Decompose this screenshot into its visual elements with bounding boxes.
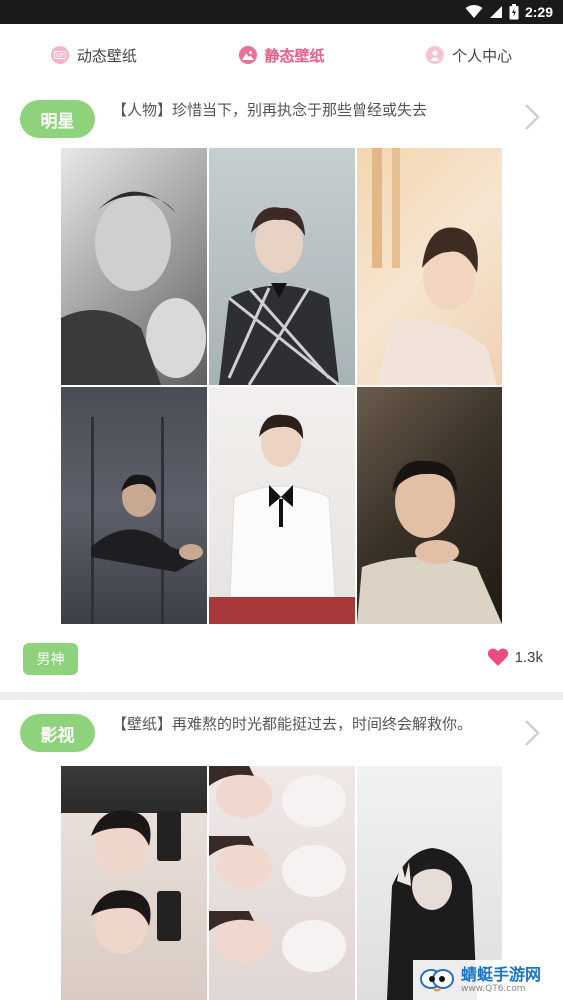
- category-badge[interactable]: 影视: [20, 714, 95, 752]
- wallpaper-thumbnail[interactable]: [209, 148, 355, 385]
- user-icon: [426, 46, 445, 64]
- tab-static-wallpaper[interactable]: 静态壁纸: [188, 24, 376, 86]
- gif-icon: GIF: [50, 46, 69, 64]
- section-divider: [0, 692, 563, 700]
- chevron-right-icon[interactable]: [523, 719, 541, 747]
- like-count: 1.3k: [514, 648, 543, 666]
- card-description: 【壁纸】再难熬的时光都能挺过去，时间终会解救你。: [112, 715, 473, 733]
- status-time: 2:29: [524, 4, 553, 20]
- heart-icon[interactable]: [487, 647, 509, 667]
- tab-label: 个人中心: [452, 46, 513, 65]
- wallpaper-thumbnail[interactable]: [209, 387, 355, 624]
- photo-grid: [61, 148, 502, 624]
- mountain-icon: [238, 46, 257, 64]
- wallpaper-card: 影视 【壁纸】再难熬的时光都能挺过去，时间终会解救你。: [0, 708, 563, 1000]
- tab-profile[interactable]: 个人中心: [375, 24, 563, 86]
- chevron-right-icon[interactable]: [523, 103, 541, 131]
- wallpaper-thumbnail[interactable]: [61, 387, 207, 624]
- battery-icon: [509, 4, 519, 20]
- signal-icon: [489, 6, 502, 18]
- card-header[interactable]: 影视 【壁纸】再难熬的时光都能挺过去，时间终会解救你。: [0, 708, 563, 758]
- wallpaper-thumbnail[interactable]: [209, 766, 355, 1000]
- svg-text:GIF: GIF: [56, 53, 64, 59]
- wallpaper-thumbnail[interactable]: [61, 766, 207, 1000]
- watermark-title: 蜻蜓手游网: [461, 964, 542, 984]
- wallpaper-thumbnail[interactable]: [61, 148, 207, 385]
- status-icons: 2:29: [465, 0, 553, 24]
- tab-label: 静态壁纸: [264, 46, 325, 65]
- like-counter[interactable]: 1.3k: [487, 647, 543, 667]
- tab-label: 动态壁纸: [76, 46, 137, 65]
- category-badge[interactable]: 明星: [20, 100, 95, 138]
- wallpaper-thumbnail[interactable]: [357, 148, 502, 385]
- card-description: 【人物】珍惜当下，别再执念于那些曾经或失去: [112, 101, 428, 119]
- top-tab-bar: GIF 动态壁纸 静态壁纸 个人中心: [0, 24, 563, 86]
- card-header[interactable]: 明星 【人物】珍惜当下，别再执念于那些曾经或失去: [0, 92, 563, 142]
- dragonfly-logo-icon: [420, 969, 454, 992]
- status-bar: 2:29: [0, 0, 563, 24]
- tab-live-wallpaper[interactable]: GIF 动态壁纸: [0, 24, 188, 86]
- site-watermark: 蜻蜓手游网 www.QT6.com: [413, 960, 563, 1000]
- watermark-url: www.QT6.com: [461, 983, 526, 994]
- tag-badge[interactable]: 男神: [23, 643, 78, 675]
- wallpaper-card: 明星 【人物】珍惜当下，别再执念于那些曾经或失去 男神 1.3k: [0, 92, 563, 692]
- wifi-icon: [465, 5, 483, 18]
- wallpaper-thumbnail[interactable]: [357, 387, 502, 624]
